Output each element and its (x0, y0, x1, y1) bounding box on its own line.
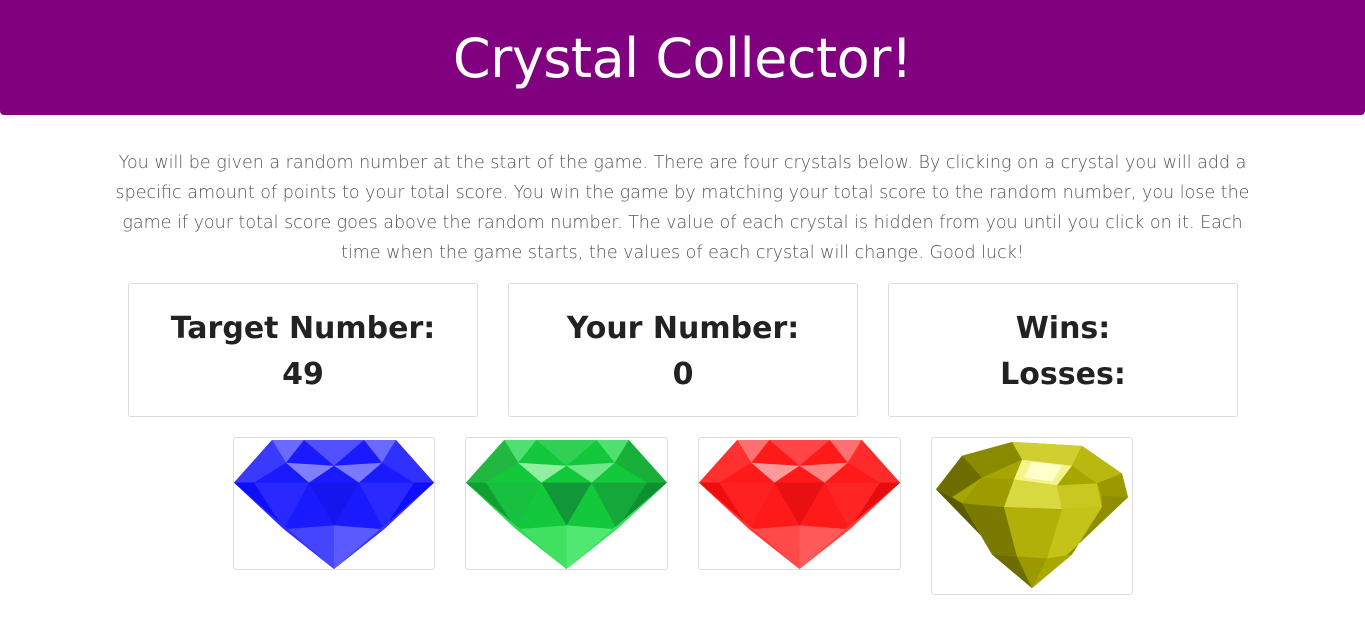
red-gem-icon (699, 439, 900, 569)
your-number-value: 0 (672, 357, 694, 392)
blue-gem-icon (234, 439, 434, 569)
page-title: Crystal Collector! (452, 26, 913, 90)
score-panel: Wins: Losses: (888, 283, 1238, 417)
page-header: Crystal Collector! (0, 0, 1365, 115)
green-crystal-button[interactable] (465, 437, 668, 570)
your-number-label: Your Number: (566, 311, 800, 346)
target-number-value: 49 (282, 357, 324, 392)
wins-label: Wins: (1015, 311, 1111, 346)
your-number-panel: Your Number: 0 (508, 283, 858, 417)
yellow-crystal-button[interactable] (931, 437, 1133, 595)
target-number-label: Target Number: (170, 311, 436, 346)
yellow-gem-icon (936, 441, 1128, 589)
blue-crystal-button[interactable] (233, 437, 435, 570)
target-number-panel: Target Number: 49 (128, 283, 478, 417)
game-instructions: You will be given a random number at the… (115, 153, 1250, 263)
losses-label: Losses: (1000, 357, 1126, 392)
red-crystal-button[interactable] (698, 437, 901, 570)
green-gem-icon (466, 439, 667, 569)
